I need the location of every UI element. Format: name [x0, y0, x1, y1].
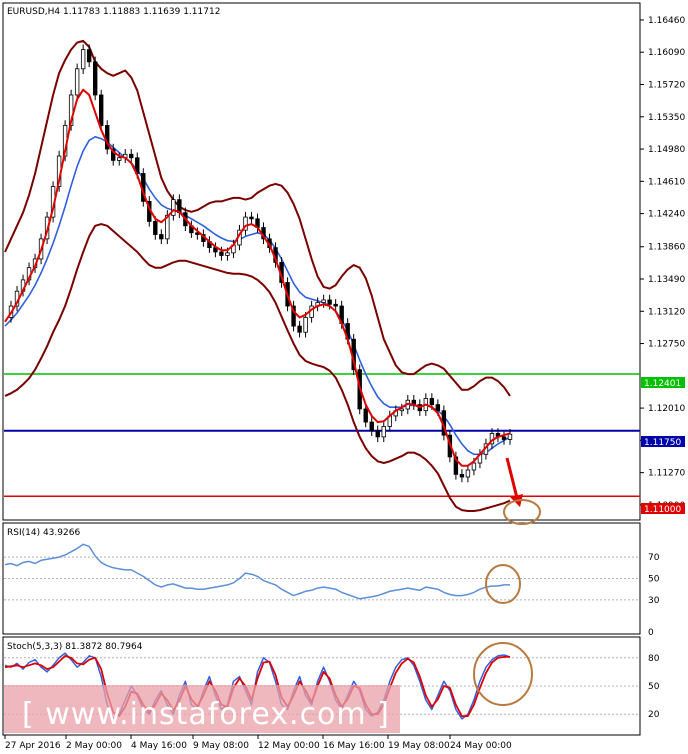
chart-canvas: 1.16460 1.16090 1.15720 1.15350 1.14980 1.146…	[2, 2, 685, 751]
chart-header: EURUSD,H4 1.11783 1.11883 1.11639 1.1171…	[7, 7, 220, 17]
candle-body	[321, 299, 326, 303]
price-tick-label: 1.15720	[648, 81, 685, 91]
price-tick-label: 1.16460	[648, 16, 685, 26]
chart-window: 1.16460 1.16090 1.15720 1.15350 1.14980 1.146…	[0, 0, 688, 754]
rsi-tick-label: 0	[648, 628, 654, 638]
time-tick-label: 19 May 08:00	[388, 741, 450, 751]
rsi-tick-label: 70	[648, 553, 660, 563]
price-tick-label: 1.12750	[648, 340, 685, 350]
candle-body	[86, 49, 92, 63]
candle-body	[501, 436, 507, 440]
price-tick-label: 1.14610	[648, 177, 685, 187]
price-tick-label: 1.11270	[648, 469, 685, 479]
candle-body	[219, 251, 224, 256]
watermark-text: [ www.instaforex.com ]	[22, 697, 390, 732]
candle-body	[471, 462, 477, 471]
stoch-header: Stoch(5,3,3) 81.3872 80.7964	[7, 642, 143, 652]
candle-body	[98, 94, 104, 126]
candle-body	[303, 316, 308, 333]
candle-body	[327, 299, 332, 305]
time-tick-label: 9 May 08:00	[193, 741, 249, 751]
time-tick-label: 4 May 16:00	[131, 741, 187, 751]
candle-body	[399, 408, 404, 412]
candle-body	[159, 234, 164, 240]
rsi-tick-label: 30	[648, 596, 660, 606]
rsi-header: RSI(14) 43.9266	[7, 528, 80, 538]
stoch-tick-label: 50	[648, 682, 660, 692]
time-tick-label: 24 May 00:00	[450, 741, 512, 751]
time-tick-label: 27 Apr 2016	[5, 741, 61, 751]
candle-body	[459, 473, 465, 478]
red-level-tag: 1.11000	[641, 503, 685, 515]
stoch-tick-label: 80	[648, 654, 660, 664]
price-tick-label: 1.14980	[648, 145, 685, 155]
candle-body	[333, 303, 338, 307]
rsi-tick-label: 50	[648, 575, 660, 585]
candle-body	[129, 153, 134, 159]
candle-body	[369, 421, 374, 432]
candle-body	[381, 426, 386, 438]
price-tick-label: 1.13120	[648, 307, 685, 317]
price-tick-label: 1.12010	[648, 404, 685, 414]
price-tick-label: 1.13490	[648, 275, 685, 285]
candle-body	[153, 221, 158, 235]
candle-body	[297, 325, 302, 333]
time-tick-label: 16 May 16:00	[323, 741, 385, 751]
candle-body	[363, 408, 368, 423]
candle-body	[249, 216, 254, 220]
candle-body	[507, 433, 513, 440]
candle-body	[225, 252, 230, 256]
candle-body	[435, 404, 441, 412]
price-pane-frame	[2, 2, 641, 521]
blue-level-tag: 1.11750	[641, 436, 685, 448]
price-tick-label: 1.16090	[648, 48, 685, 58]
time-tick-label: 2 May 00:00	[66, 741, 122, 751]
price-tick-label: 1.13860	[648, 243, 685, 253]
svg-text:1.11750: 1.11750	[644, 438, 681, 448]
candle-body	[80, 49, 86, 70]
candle-body	[117, 157, 122, 161]
candle-body	[92, 61, 98, 96]
candle-body	[74, 68, 80, 96]
green-level-tag: 1.12401	[641, 377, 685, 389]
time-tick-label: 12 May 00:00	[258, 741, 320, 751]
price-tick-label: 1.14240	[648, 210, 685, 220]
stoch-tick-label: 20	[648, 710, 660, 720]
svg-text:1.11000: 1.11000	[644, 505, 681, 515]
svg-text:1.12401: 1.12401	[644, 379, 681, 389]
candle-body	[465, 469, 471, 478]
candle-body	[429, 398, 435, 406]
candle-body	[375, 430, 380, 438]
price-tick-label: 1.15350	[648, 113, 685, 123]
